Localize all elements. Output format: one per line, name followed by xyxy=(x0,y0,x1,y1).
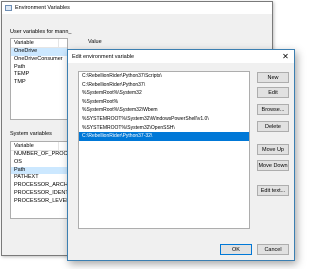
list-item[interactable]: PATHEXT xyxy=(11,174,67,182)
list-item[interactable]: OneDrive xyxy=(11,48,67,56)
system-variables-label: System variables xyxy=(10,131,52,137)
close-icon[interactable]: ✕ xyxy=(277,50,294,63)
column-header-variable[interactable]: Variable xyxy=(11,39,59,47)
move-up-button[interactable]: Move Up xyxy=(257,144,289,155)
path-item[interactable]: %SystemRoot% xyxy=(79,98,249,107)
column-header-value[interactable]: Value xyxy=(88,39,102,45)
path-item[interactable]: C:\RebellionRider\Python37\ xyxy=(79,81,249,90)
list-item[interactable]: Path xyxy=(11,166,67,175)
list-item[interactable]: PROCESSOR_LEVEL xyxy=(11,198,67,206)
path-item[interactable]: %SYSTEMROOT%\System32\OpenSSH\ xyxy=(79,124,249,133)
edit-dialog-title: Edit environment variable xyxy=(72,53,135,60)
system-variables-header: Variable xyxy=(11,142,67,151)
list-item[interactable]: PROCESSOR_IDENTIFIER xyxy=(11,190,67,198)
path-item[interactable]: C:\RebellionRider\Python37\Scripts\ xyxy=(79,72,249,81)
window-icon xyxy=(5,5,12,11)
ok-button[interactable]: OK xyxy=(220,244,252,255)
edit-environment-variable-dialog: Edit environment variable ✕ C:\Rebellion… xyxy=(67,49,295,261)
edit-dialog-titlebar: Edit environment variable ✕ xyxy=(68,50,294,63)
path-item[interactable]: %SYSTEMROOT%\System32\WindowsPowerShell\… xyxy=(79,115,249,124)
list-item[interactable]: NUMBER_OF_PROCESSORS xyxy=(11,151,67,159)
list-item[interactable]: OS xyxy=(11,159,67,167)
env-window-title: Environment Variables xyxy=(15,5,70,11)
user-variables-list[interactable]: Variable OneDrive OneDriveConsumer Path … xyxy=(10,38,68,120)
user-variables-label: User variables for mann_ xyxy=(10,29,72,35)
path-item[interactable]: %SystemRoot%\System32\Wbem xyxy=(79,106,249,115)
move-down-button[interactable]: Move Down xyxy=(257,160,289,171)
delete-button[interactable]: Delete xyxy=(257,121,289,132)
env-window-titlebar: Environment Variables xyxy=(2,2,272,14)
cancel-button[interactable]: Cancel xyxy=(257,244,289,255)
path-list[interactable]: C:\RebellionRider\Python37\Scripts\ C:\R… xyxy=(78,71,250,229)
path-item-selected[interactable]: C:\RebellionRider\Python37-32\ xyxy=(79,132,249,141)
column-header-variable[interactable]: Variable xyxy=(11,142,59,150)
new-button[interactable]: New xyxy=(257,72,289,83)
user-variables-header: Variable xyxy=(11,39,67,48)
path-item[interactable]: %SystemRoot%\System32 xyxy=(79,89,249,98)
list-item[interactable]: Path xyxy=(11,64,67,72)
list-item[interactable]: PROCESSOR_ARCHITECTURE xyxy=(11,182,67,190)
edit-button[interactable]: Edit xyxy=(257,87,289,98)
list-item[interactable]: TMP xyxy=(11,79,67,87)
edit-text-button[interactable]: Edit text... xyxy=(257,185,289,196)
list-item[interactable]: OneDriveConsumer xyxy=(11,56,67,64)
system-variables-list[interactable]: Variable NUMBER_OF_PROCESSORS OS Path PA… xyxy=(10,141,68,219)
list-item[interactable]: TEMP xyxy=(11,71,67,79)
browse-button[interactable]: Browse... xyxy=(257,104,289,115)
